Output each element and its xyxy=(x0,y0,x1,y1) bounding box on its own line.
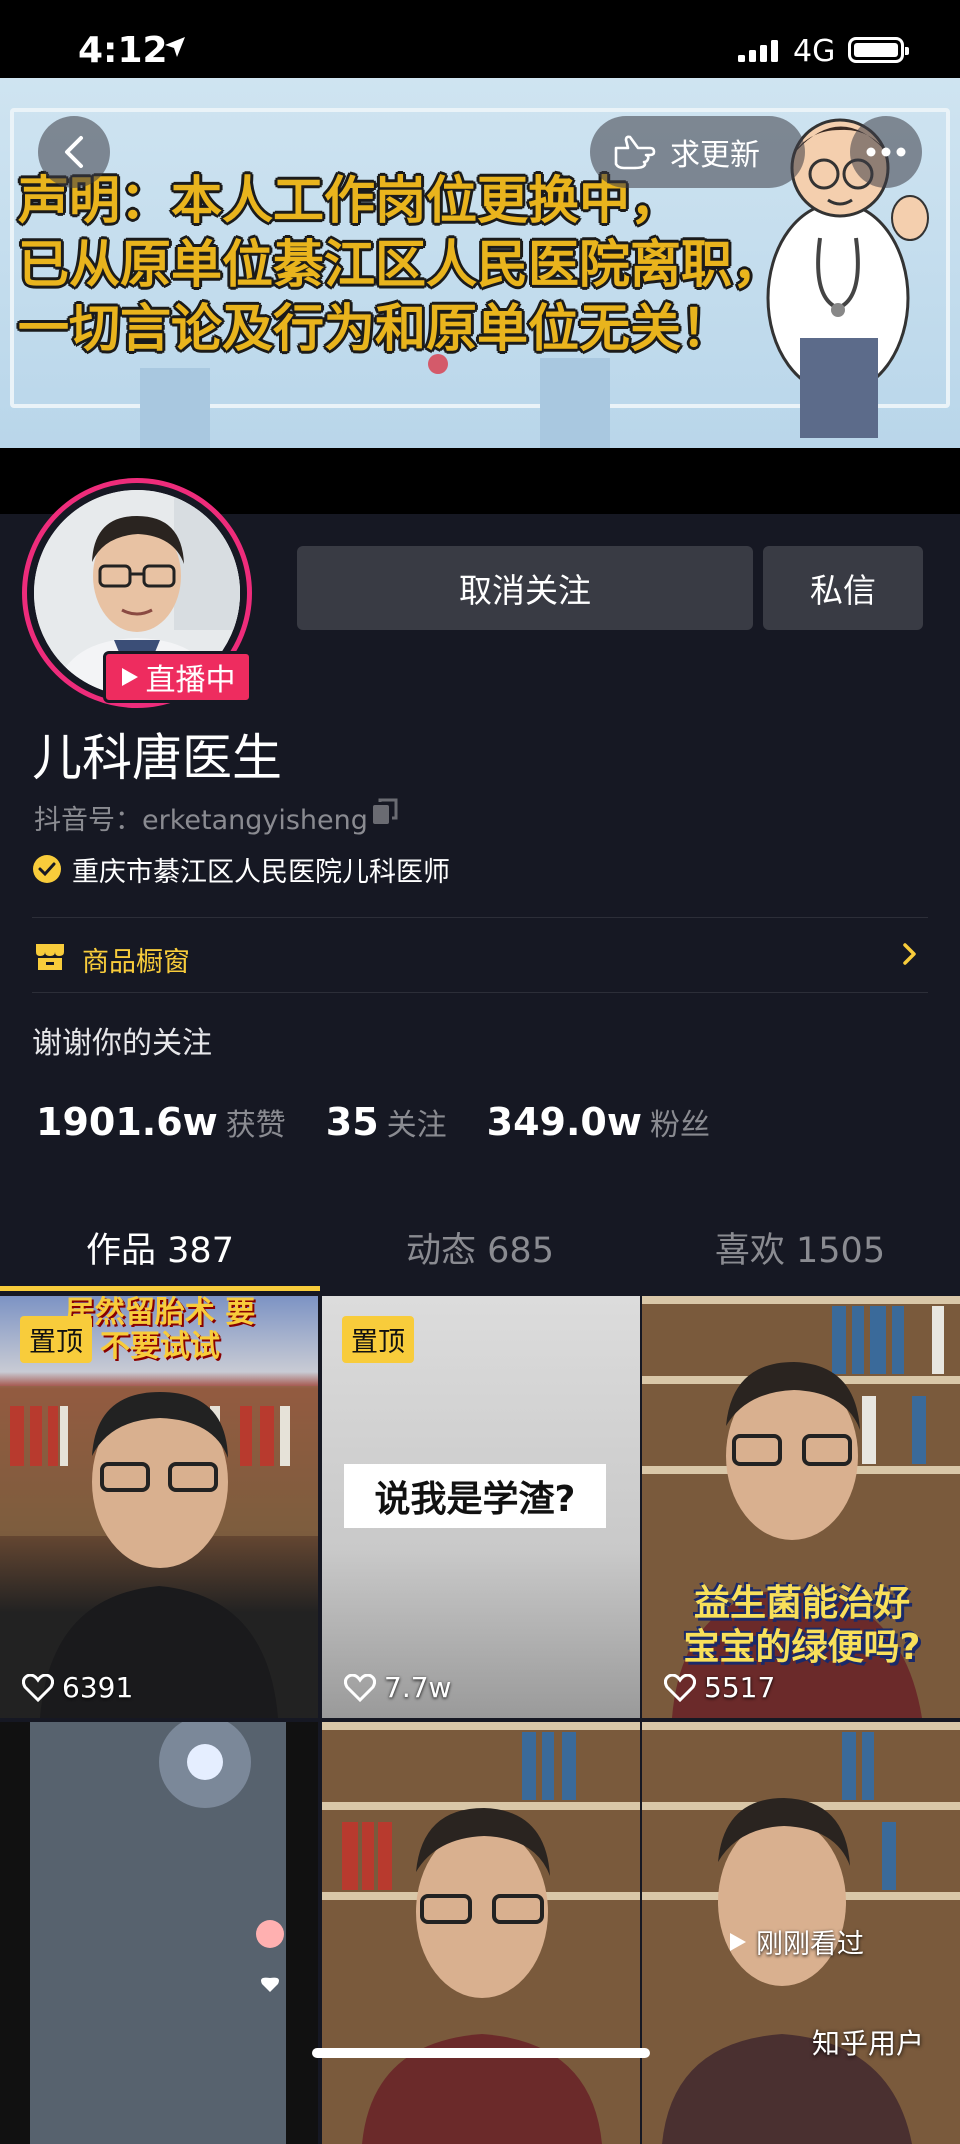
request-update-label: 求更新 xyxy=(670,138,760,173)
play-icon xyxy=(730,1932,746,1951)
video-caption: 益生菌能治好 宝宝的绿便吗? xyxy=(683,1583,921,1668)
video-frame xyxy=(322,1722,640,2144)
banner-statement: 声明：本人工作岗位更换中， 已从原单位綦江区人民医院离职， 一切言论及行为和原单… xyxy=(18,170,784,362)
status-time: 4:12 xyxy=(78,30,168,71)
video-thumbnail[interactable]: 居然留胎术 要不要试试 置顶 6391 xyxy=(0,1296,318,1718)
unfollow-button[interactable]: 取消关注 xyxy=(297,546,753,630)
douyin-id-value: erketangyisheng xyxy=(142,805,368,836)
tab-moments[interactable]: 动态 685 xyxy=(320,1222,640,1273)
pointing-hand-icon xyxy=(614,135,656,170)
video-likes-count: 7.7w xyxy=(384,1671,452,1704)
network-type: 4G xyxy=(793,34,836,69)
signal-icon xyxy=(738,40,778,62)
tab-likes[interactable]: 喜欢 1505 xyxy=(640,1222,960,1273)
verified-check-icon xyxy=(33,855,61,883)
banner-line-3: 一切言论及行为和原单位无关！ xyxy=(18,300,733,359)
heart-icon xyxy=(344,1673,376,1702)
request-update-button[interactable]: 求更新 xyxy=(590,116,805,188)
douyin-id-prefix: 抖音号： xyxy=(34,805,142,836)
recently-watched-text: 刚刚看过 xyxy=(756,1929,864,1960)
tab-works[interactable]: 作品 387 xyxy=(0,1222,320,1273)
watermark: 知乎用户 xyxy=(812,2027,925,2060)
video-likes: 5517 xyxy=(664,1671,775,1704)
location-arrow-icon xyxy=(165,37,185,57)
banner-line-2: 已从原单位綦江区人民医院离职， xyxy=(18,236,784,295)
following-count[interactable]: 35 xyxy=(326,1100,379,1144)
video-likes-count: 6391 xyxy=(62,1671,134,1704)
shop-window-link[interactable]: 商品橱窗 xyxy=(82,940,190,979)
chevron-left-icon xyxy=(65,136,83,168)
following-label[interactable]: 关注 xyxy=(387,1100,447,1144)
battery-icon xyxy=(848,37,909,63)
pinned-badge: 置顶 xyxy=(342,1316,414,1363)
live-badge-label: 直播中 xyxy=(145,663,236,698)
more-dots-icon xyxy=(866,147,906,157)
tab-indicator xyxy=(0,1286,320,1291)
home-indicator[interactable] xyxy=(312,2048,650,2058)
profile-stats: 1901.6w 获赞 35 关注 349.0w 粉丝 xyxy=(36,1100,750,1144)
live-badge[interactable]: 直播中 xyxy=(103,651,252,703)
video-likes: 6391 xyxy=(22,1671,133,1704)
copy-icon[interactable] xyxy=(372,798,398,826)
video-caption: 说我是学渣? xyxy=(344,1464,606,1528)
verification-text: 重庆市綦江区人民医院儿科医师 xyxy=(72,857,450,888)
heart-icon xyxy=(22,1673,54,1702)
video-thumbnail[interactable]: 益生菌能治好 宝宝的绿便吗? 5517 xyxy=(642,1296,960,1718)
pinned-badge: 置顶 xyxy=(20,1316,92,1363)
video-thumbnail[interactable] xyxy=(0,1722,318,2144)
divider xyxy=(32,917,928,918)
likes-count: 1901.6w xyxy=(36,1100,218,1144)
profile-name: 儿科唐医生 xyxy=(32,729,282,787)
back-button[interactable] xyxy=(38,116,110,188)
followers-count[interactable]: 349.0w xyxy=(487,1100,642,1144)
video-likes-count: 5517 xyxy=(704,1671,776,1704)
video-thumbnail[interactable] xyxy=(322,1722,640,2144)
video-thumbnail[interactable]: 刚刚看过 xyxy=(642,1722,960,2144)
followers-label[interactable]: 粉丝 xyxy=(650,1100,710,1144)
shop-icon xyxy=(36,944,64,970)
more-options-button[interactable] xyxy=(850,116,922,188)
likes-label: 获赞 xyxy=(225,1108,286,1143)
video-frame xyxy=(30,1722,286,2144)
bio-text: 谢谢你的关注 xyxy=(32,1026,212,1061)
message-button[interactable]: 私信 xyxy=(763,546,923,630)
chevron-right-icon[interactable] xyxy=(902,942,918,966)
profile-banner: 声明：本人工作岗位更换中， 已从原单位綦江区人民医院离职， 一切言论及行为和原单… xyxy=(0,78,960,448)
play-icon xyxy=(121,668,138,686)
heart-icon xyxy=(664,1673,696,1702)
video-thumbnail[interactable]: 置顶 说我是学渣? 7.7w xyxy=(322,1296,640,1718)
video-likes: 7.7w xyxy=(344,1671,451,1704)
douyin-id: 抖音号：erketangyisheng xyxy=(34,798,368,837)
divider xyxy=(32,992,928,993)
recently-watched-label: 刚刚看过 xyxy=(728,1922,864,1961)
